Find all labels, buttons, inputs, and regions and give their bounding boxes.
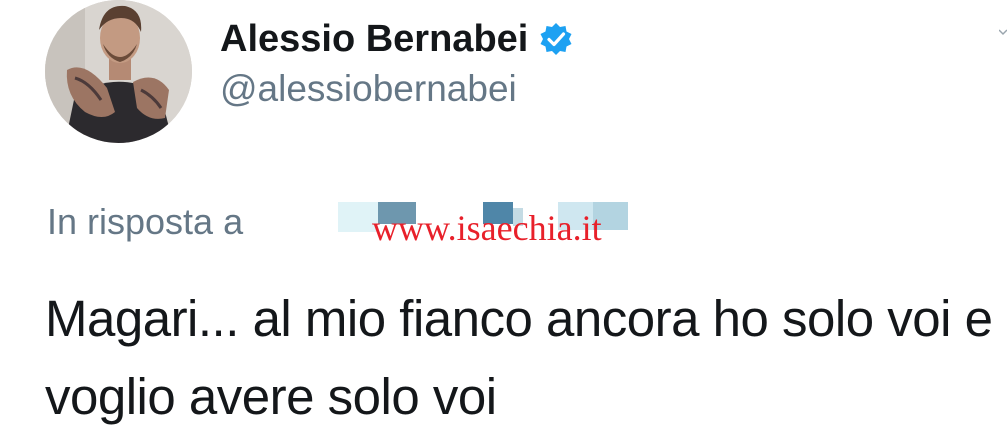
profile-photo	[45, 0, 192, 143]
author-name-row: Alessio Bernabei	[220, 14, 574, 64]
tweet-card: Alessio Bernabei @alessiobernabei In ris…	[0, 0, 1007, 445]
watermark: www.isaechia.it	[372, 208, 602, 248]
author-display-name[interactable]: Alessio Bernabei	[220, 18, 528, 61]
author-handle[interactable]: @alessiobernabei	[220, 68, 517, 110]
tweet-text: Magari... al mio fianco ancora ho solo v…	[45, 290, 993, 425]
reply-context: In risposta a	[47, 198, 243, 246]
avatar[interactable]	[45, 0, 192, 143]
chevron-down-icon[interactable]	[999, 28, 1007, 36]
reply-label: In risposta a	[47, 201, 244, 242]
verified-badge-icon	[538, 21, 574, 57]
